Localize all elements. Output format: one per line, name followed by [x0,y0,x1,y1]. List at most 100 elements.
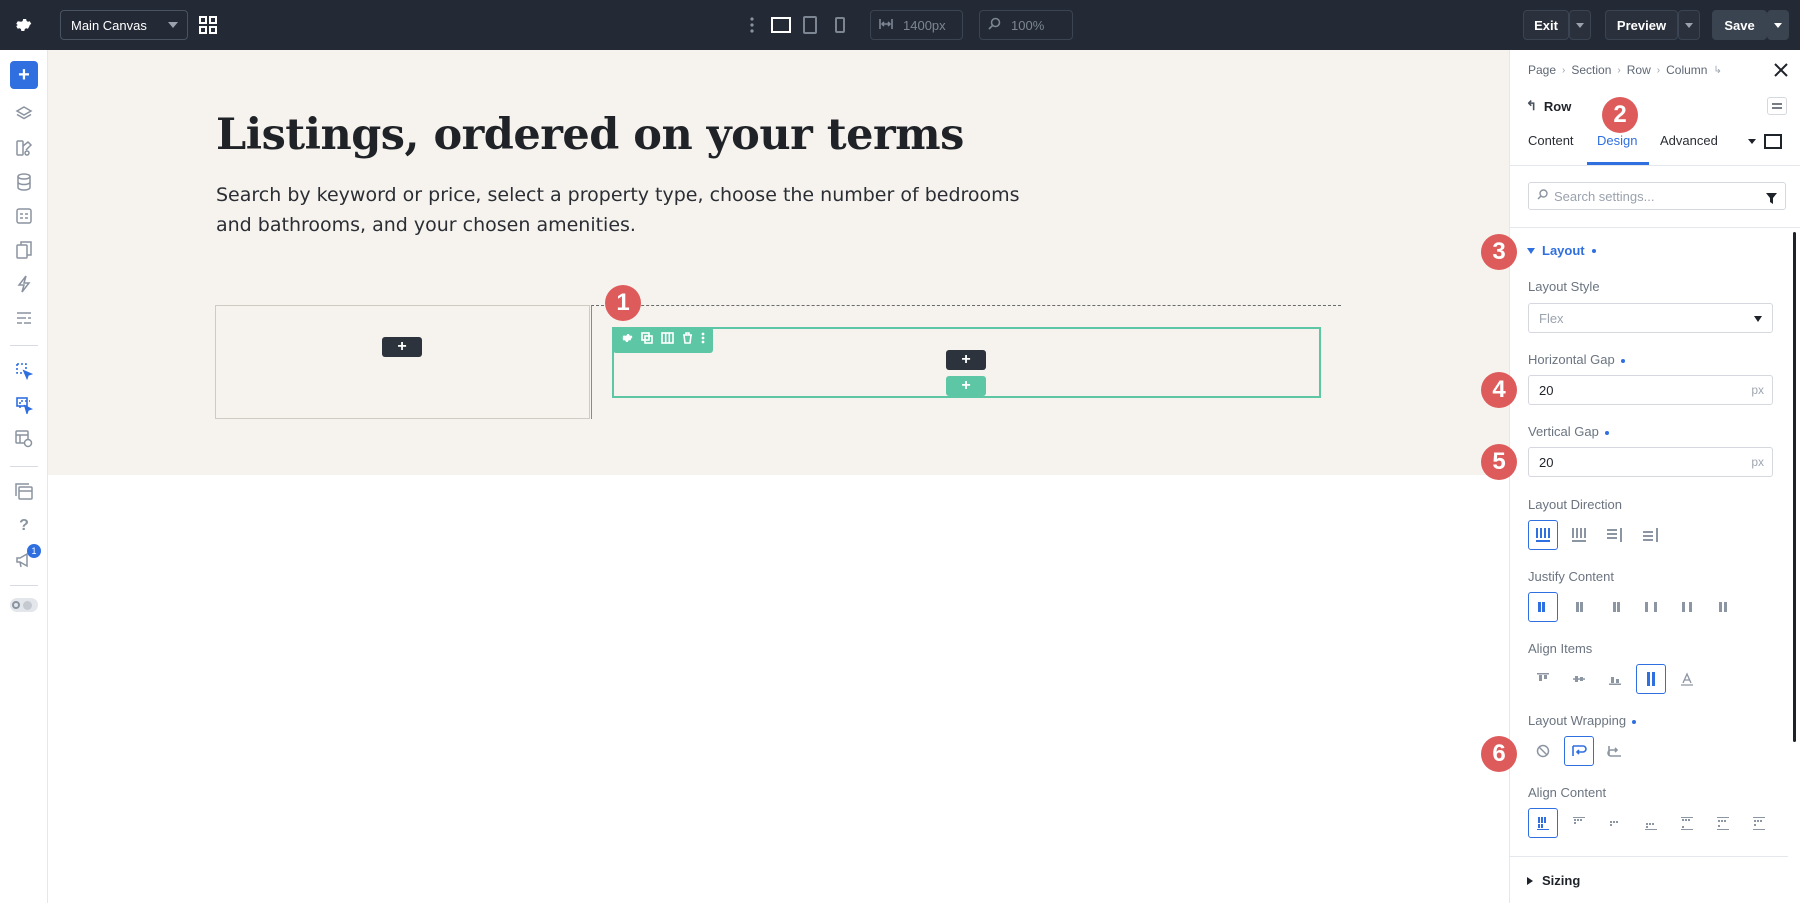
tab-content[interactable]: Content [1528,133,1574,148]
unit-label[interactable]: px [1751,455,1764,469]
filter-icon[interactable] [1766,191,1777,209]
align-content-space-evenly-icon[interactable] [1744,808,1774,838]
element-title-label: Row [1543,98,1572,114]
presets-icon[interactable] [12,306,36,330]
align-content-space-between-icon[interactable] [1672,808,1702,838]
wrap-icon[interactable] [1564,736,1594,766]
align-stretch-icon[interactable] [1636,664,1666,694]
align-baseline-icon[interactable] [1672,664,1702,694]
mode-toggle[interactable] [10,598,38,612]
breadcrumb-column[interactable]: Column [1666,63,1707,77]
justify-center-icon[interactable] [1564,592,1594,622]
add-column-button[interactable]: + [946,350,986,370]
vertical-gap-value: 20 [1539,454,1554,470]
settings-gear-icon[interactable] [11,13,35,37]
wrap-reverse-icon[interactable] [1600,736,1630,766]
justify-space-around-icon[interactable] [1672,592,1702,622]
tabs-dropdown-icon[interactable] [1748,139,1756,144]
direction-column-reverse-icon[interactable] [1636,520,1666,550]
duplicate-icon[interactable] [641,331,653,349]
page-section[interactable]: Listings, ordered on your terms Search b… [48,50,1509,475]
align-content-stretch-icon[interactable] [1528,808,1558,838]
layout-group-header[interactable]: Layout [1527,243,1596,258]
tablet-view-icon[interactable] [798,13,822,37]
theme-builder-icon[interactable] [12,136,36,160]
add-element-button[interactable]: + [10,61,38,89]
database-icon[interactable] [12,170,36,194]
align-center-icon[interactable] [1564,664,1594,694]
save-button[interactable]: Save [1712,10,1767,40]
vertical-gap-input[interactable]: 20 px [1528,447,1773,477]
exit-dropdown-button[interactable] [1569,10,1591,40]
zoom-icon [988,17,1001,33]
align-end-icon[interactable] [1600,664,1630,694]
desktop-view-icon[interactable] [769,13,793,37]
search-settings-input[interactable]: Search settings... [1528,182,1786,210]
search-placeholder: Search settings... [1554,188,1655,204]
column-left[interactable] [215,305,590,419]
search-icon [1537,187,1548,205]
more-vertical-icon[interactable] [745,13,759,37]
direction-row-reverse-icon[interactable] [1564,520,1594,550]
panel-options-icon[interactable] [1767,97,1787,115]
direction-row-icon[interactable] [1528,520,1558,550]
zoom-field[interactable]: 100% [979,10,1073,40]
device-preview-icon[interactable] [1764,134,1782,149]
tab-advanced[interactable]: Advanced [1660,133,1718,148]
library-icon[interactable] [12,480,36,504]
breadcrumb-row[interactable]: Row [1627,63,1651,77]
element-title[interactable]: ↰ Row [1526,98,1571,114]
panel-scrollbar[interactable] [1793,232,1796,742]
align-start-icon[interactable] [1528,664,1558,694]
caret-down-icon [1527,247,1535,254]
align-content-space-around-icon[interactable] [1708,808,1738,838]
justify-end-icon[interactable] [1600,592,1630,622]
layers-icon[interactable] [12,102,36,126]
modified-dot [1620,358,1625,363]
pages-icon[interactable] [12,238,36,262]
canvas-select[interactable]: Main Canvas [60,10,188,40]
section-paragraph[interactable]: Search by keyword or price, select a pro… [216,180,1036,240]
preview-label: Preview [1616,17,1667,33]
tab-design[interactable]: Design [1597,133,1637,148]
preview-dropdown-button[interactable] [1678,10,1700,40]
close-panel-icon[interactable] [1774,63,1790,79]
justify-space-evenly-icon[interactable] [1708,592,1738,622]
section-heading[interactable]: Listings, ordered on your terms [216,110,964,160]
breadcrumb-section[interactable]: Section [1571,63,1611,77]
plus-icon: + [397,338,407,355]
layout-wrapping-label-text: Layout Wrapping [1528,713,1627,728]
align-items-label: Align Items [1528,641,1593,656]
align-content-center-icon[interactable] [1600,808,1630,838]
help-icon[interactable]: ? [12,514,36,538]
canvas-width-field[interactable]: 1400px [870,10,963,40]
select-element-icon[interactable] [12,359,36,383]
row-settings-gear-icon[interactable] [621,331,633,349]
preview-button[interactable]: Preview [1605,10,1678,40]
add-module-button[interactable]: + [382,337,422,357]
no-wrap-icon[interactable] [1528,736,1558,766]
align-content-end-icon[interactable] [1636,808,1666,838]
phone-view-icon[interactable] [828,13,852,37]
layout-direction-options [1528,520,1666,550]
forms-icon[interactable] [12,204,36,228]
trash-icon[interactable] [682,331,693,349]
lightning-icon[interactable] [12,272,36,296]
unit-label[interactable]: px [1751,383,1764,397]
justify-space-between-icon[interactable] [1636,592,1666,622]
justify-start-icon[interactable] [1528,592,1558,622]
more-options-icon[interactable] [701,331,705,349]
exit-button[interactable]: Exit [1523,10,1569,40]
breadcrumb-page[interactable]: Page [1528,63,1556,77]
layout-settings-icon[interactable] [12,427,36,451]
save-dropdown-button[interactable] [1767,10,1789,40]
grid-layout-icon[interactable] [196,13,220,37]
layout-style-select[interactable]: Flex [1528,303,1773,333]
sizing-group-header[interactable]: Sizing [1527,873,1580,888]
add-row-button[interactable]: + [946,376,986,396]
align-content-start-icon[interactable] [1564,808,1594,838]
direction-column-icon[interactable] [1600,520,1630,550]
horizontal-gap-input[interactable]: 20 px [1528,375,1773,405]
columns-icon[interactable] [661,331,674,349]
multi-select-icon[interactable] [12,393,36,417]
